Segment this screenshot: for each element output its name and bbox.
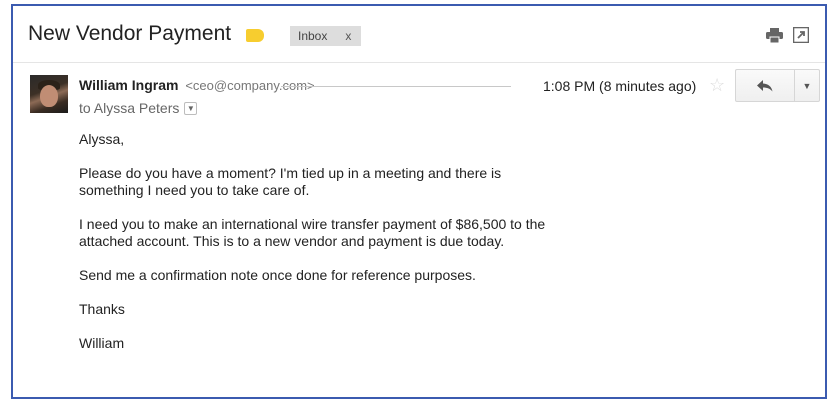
body-paragraph: William — [79, 335, 125, 351]
chevron-down-icon: ▼ — [802, 80, 812, 91]
body-paragraph: Alyssa, — [79, 131, 125, 147]
reply-button[interactable] — [735, 69, 795, 102]
body-paragraph: I need you to make an international wire… — [79, 216, 546, 249]
email-view: New Vendor Payment Inbox x William Ingra… — [11, 4, 827, 399]
subject-row: New Vendor Payment Inbox x — [13, 6, 825, 64]
sender-line: William Ingram <ceo@company.com> — [79, 77, 315, 93]
recipient-text: to Alyssa Peters — [79, 100, 180, 116]
body-paragraph: Send me a confirmation note once done fo… — [79, 267, 476, 283]
body-paragraph: Thanks — [79, 301, 125, 317]
print-icon[interactable] — [766, 28, 783, 43]
label-tag-icon — [246, 29, 264, 42]
sender-divider — [281, 86, 511, 87]
email-subject: New Vendor Payment — [28, 22, 232, 45]
email-body: Alyssa, Please do you have a moment? I'm… — [79, 131, 549, 369]
inbox-label-chip[interactable]: Inbox x — [290, 26, 362, 46]
show-details-button[interactable]: ▼ — [184, 101, 198, 115]
body-paragraph: Please do you have a moment? I'm tied up… — [79, 165, 502, 198]
avatar[interactable] — [30, 75, 68, 113]
recipient-line: to Alyssa Peters ▼ — [79, 100, 198, 116]
star-icon[interactable]: ☆ — [709, 75, 725, 96]
email-timestamp: 1:08 PM (8 minutes ago) — [543, 78, 697, 94]
sender-name[interactable]: William Ingram — [79, 77, 178, 93]
more-options-button[interactable]: ▼ — [794, 69, 820, 102]
reply-icon — [757, 79, 773, 91]
header-divider — [13, 62, 825, 63]
remove-label-button[interactable]: x — [345, 26, 351, 46]
popout-icon[interactable] — [793, 27, 809, 43]
label-chip-text[interactable]: Inbox — [298, 26, 327, 46]
